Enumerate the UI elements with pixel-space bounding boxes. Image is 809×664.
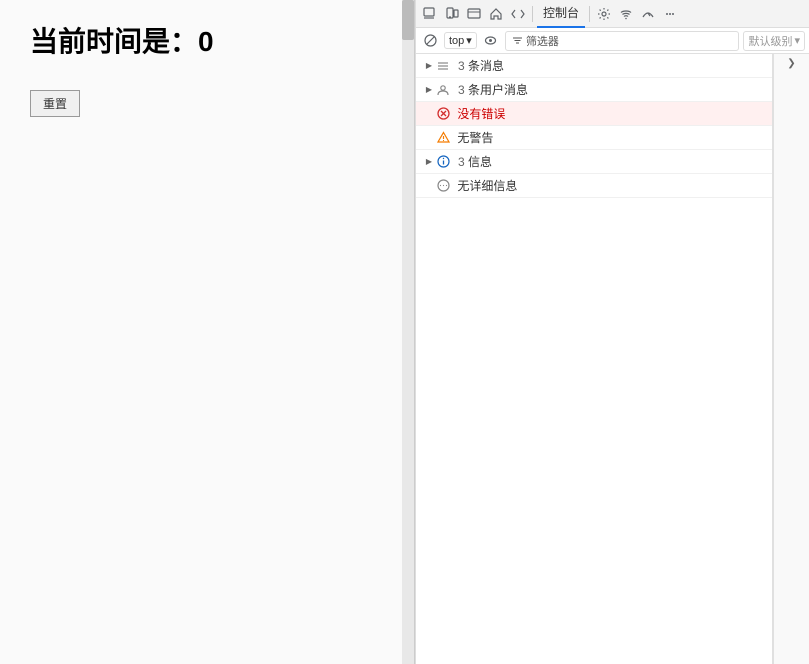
- clear-console-icon[interactable]: [420, 31, 440, 51]
- no-errors-text: 没有错误: [454, 105, 766, 122]
- no-verbose-no-expand: [422, 179, 436, 193]
- scrollbar-thumb[interactable]: [402, 0, 414, 40]
- main-content: 当前时间是：0 重置: [0, 0, 414, 137]
- console-list: 3 条消息 3 条用户消息: [416, 54, 773, 664]
- top-context-label: top: [449, 35, 464, 47]
- devtools-toolbar: 控制台: [416, 0, 809, 28]
- console-item-user-messages[interactable]: 3 条用户消息: [416, 78, 772, 102]
- top-context-arrow: ▾: [466, 34, 472, 47]
- inspect-icon[interactable]: [420, 4, 440, 24]
- scrollbar-track: [402, 0, 414, 664]
- console-item-info[interactable]: 3 信息: [416, 150, 772, 174]
- no-verbose-text: 无详细信息: [454, 177, 766, 194]
- default-level-arrow: ▾: [794, 34, 800, 47]
- info-text: 信息: [465, 153, 766, 170]
- console-item-no-errors[interactable]: 没有错误: [416, 102, 772, 126]
- console-item-no-warnings[interactable]: 无警告: [416, 126, 772, 150]
- device-icon[interactable]: [442, 4, 462, 24]
- verbose-icon: [436, 179, 450, 193]
- warning-icon: [436, 131, 450, 145]
- filter-icon: [512, 35, 523, 46]
- code-icon[interactable]: [508, 4, 528, 24]
- info-count: 3: [458, 155, 465, 169]
- console-tab[interactable]: 控制台: [537, 0, 585, 28]
- more-tools-icon[interactable]: [660, 4, 680, 24]
- no-warnings-text: 无警告: [454, 129, 766, 146]
- reset-button[interactable]: 重置: [30, 90, 80, 117]
- toolbar-separator-1: [532, 6, 533, 22]
- page-title: 当前时间是：0: [30, 20, 384, 60]
- console-detail-panel: ❯: [773, 54, 809, 664]
- main-panel: 当前时间是：0 重置: [0, 0, 415, 664]
- console-item-messages[interactable]: 3 条消息: [416, 54, 772, 78]
- detail-expand-arrow[interactable]: ❯: [787, 58, 795, 69]
- messages-text: 条消息: [465, 57, 766, 74]
- devtools-panel: 控制台: [415, 0, 809, 664]
- expand-user-messages-icon: [422, 83, 436, 97]
- filter-label: 筛选器: [526, 33, 559, 49]
- console-item-no-verbose[interactable]: 无详细信息: [416, 174, 772, 198]
- info-icon: [436, 155, 450, 169]
- expand-info-icon: [422, 155, 436, 169]
- performance-icon[interactable]: [638, 4, 658, 24]
- user-messages-count: 3: [458, 83, 465, 97]
- console-toolbar: top ▾ 筛选器 默认级别 ▾: [416, 28, 809, 54]
- wifi-icon[interactable]: [616, 4, 636, 24]
- messages-count: 3: [458, 59, 465, 73]
- toolbar-separator-2: [589, 6, 590, 22]
- user-messages-text: 条用户消息: [465, 81, 766, 98]
- error-icon: [436, 107, 450, 121]
- messages-icon: [436, 59, 450, 73]
- user-messages-icon: [436, 83, 450, 97]
- filter-input-box[interactable]: 筛选器: [505, 31, 740, 51]
- show-console-sidebar-icon[interactable]: [481, 31, 501, 51]
- elements-icon[interactable]: [464, 4, 484, 24]
- no-warnings-no-expand: [422, 131, 436, 145]
- settings-icon[interactable]: [594, 4, 614, 24]
- home-icon[interactable]: [486, 4, 506, 24]
- console-content: 3 条消息 3 条用户消息: [416, 54, 809, 664]
- top-context-dropdown[interactable]: top ▾: [444, 32, 477, 49]
- no-errors-no-expand: [422, 107, 436, 121]
- expand-messages-icon: [422, 59, 436, 73]
- default-level-label: 默认级别: [748, 33, 792, 49]
- default-level-dropdown[interactable]: 默认级别 ▾: [743, 31, 805, 51]
